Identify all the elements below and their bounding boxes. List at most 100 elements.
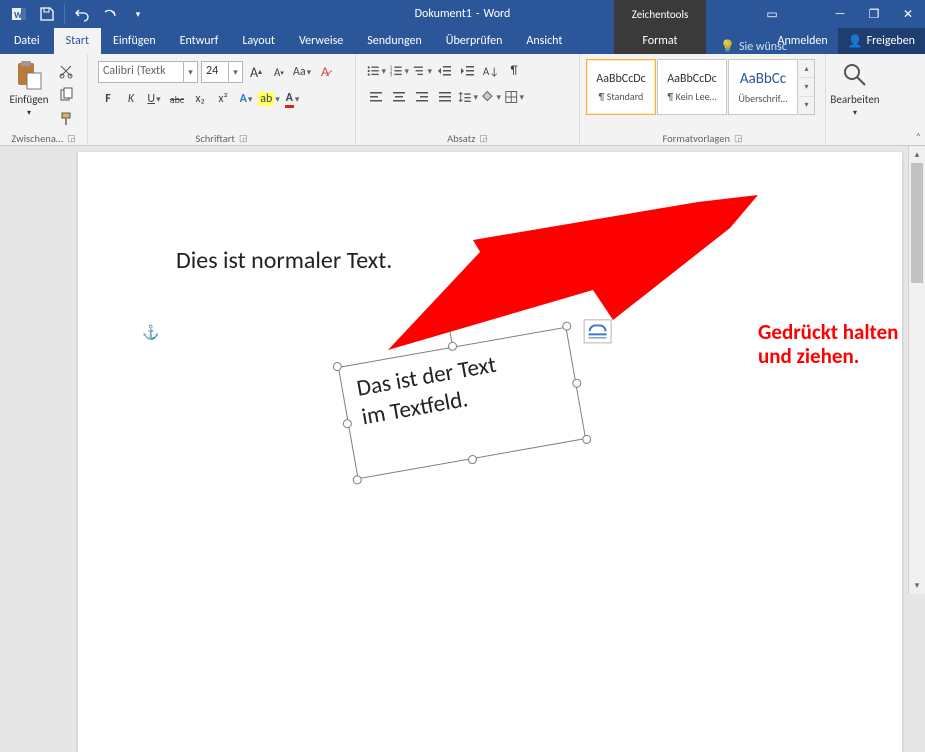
- qat-customize-icon[interactable]: ▾: [125, 1, 151, 27]
- bold-icon[interactable]: F: [98, 89, 118, 109]
- tab-home[interactable]: Start: [54, 28, 101, 54]
- ribbon-tab-bar: Datei Start Einfügen Entwurf Layout Verw…: [0, 28, 925, 54]
- scroll-thumb[interactable]: [911, 163, 923, 283]
- gallery-more-icon[interactable]: ▾: [799, 97, 814, 114]
- tab-format[interactable]: Format: [614, 28, 706, 54]
- align-right-icon[interactable]: [412, 87, 432, 107]
- change-case-icon[interactable]: Aa▾: [292, 62, 312, 82]
- copy-icon[interactable]: [56, 85, 76, 105]
- annotation-text: Gedrückt halten und ziehen.: [758, 320, 898, 368]
- line-spacing-icon[interactable]: ▾: [458, 87, 478, 107]
- maximize-button[interactable]: ❐: [857, 0, 891, 28]
- paste-label: Einfügen: [9, 93, 48, 106]
- editing-button[interactable]: Bearbeiten ▾: [832, 57, 878, 130]
- font-size-value: 24: [202, 62, 228, 82]
- quick-access-toolbar: W ▾: [0, 0, 157, 28]
- scroll-up-icon[interactable]: ▴: [909, 146, 925, 163]
- style-swatch-nospacing[interactable]: AaBbCcDc ¶ Kein Lee…: [657, 59, 727, 115]
- layout-options-icon[interactable]: [584, 319, 612, 343]
- anchor-icon[interactable]: ⚓: [142, 324, 159, 341]
- signin-button[interactable]: Anmelden: [768, 28, 838, 54]
- tab-mailings[interactable]: Sendungen: [355, 28, 434, 54]
- font-color-icon[interactable]: A▾: [282, 89, 302, 109]
- close-button[interactable]: ✕: [891, 0, 925, 28]
- superscript-icon[interactable]: x²: [213, 89, 233, 109]
- scroll-down-icon[interactable]: ▾: [909, 577, 925, 594]
- dialog-launcher-icon[interactable]: ◲: [479, 133, 488, 144]
- tab-view[interactable]: Ansicht: [514, 28, 574, 54]
- sort-icon[interactable]: A↓: [481, 61, 501, 81]
- show-marks-icon[interactable]: ¶: [504, 61, 524, 81]
- svg-text:W: W: [14, 10, 23, 21]
- word-app-icon[interactable]: W: [6, 1, 32, 27]
- save-icon[interactable]: [34, 1, 60, 27]
- strikethrough-icon[interactable]: abc: [167, 89, 187, 109]
- grow-font-icon[interactable]: A▴: [246, 62, 266, 82]
- gallery-down-icon[interactable]: ▾: [799, 78, 814, 96]
- borders-icon[interactable]: ▾: [504, 87, 524, 107]
- rotate-handle[interactable]: [438, 312, 457, 331]
- tab-design[interactable]: Entwurf: [168, 28, 231, 54]
- tab-insert[interactable]: Einfügen: [101, 28, 168, 54]
- multilevel-list-icon[interactable]: ▾: [412, 61, 432, 81]
- format-painter-icon[interactable]: [56, 109, 76, 129]
- resize-handle-tr[interactable]: [562, 321, 572, 331]
- document-area: Dies ist normaler Text. ⚓ Das ist der Te…: [0, 146, 925, 594]
- redo-icon[interactable]: [97, 1, 123, 27]
- resize-handle-bl[interactable]: [352, 475, 362, 485]
- page[interactable]: Dies ist normaler Text. ⚓ Das ist der Te…: [78, 152, 902, 752]
- ribbon-display-options-icon[interactable]: ▭: [755, 0, 789, 28]
- chevron-down-icon[interactable]: ▾: [183, 62, 197, 82]
- group-editing: Bearbeiten ▾: [826, 54, 900, 146]
- minimize-button[interactable]: —: [823, 0, 857, 28]
- shrink-font-icon[interactable]: A▾: [269, 62, 289, 82]
- style-swatch-heading1[interactable]: AaBbCc Überschrif…: [728, 59, 798, 115]
- dialog-launcher-icon[interactable]: ◲: [734, 133, 743, 144]
- font-name-combo[interactable]: Calibri (Textk▾: [98, 61, 198, 83]
- dialog-launcher-icon[interactable]: ◲: [67, 133, 76, 144]
- group-paragraph: ▾ 123▾ ▾ A↓ ¶ ▾ ▾ ▾ Absatz◲: [356, 54, 580, 146]
- vertical-scrollbar[interactable]: ▴ ▾: [908, 146, 925, 594]
- resize-handle-b[interactable]: [467, 454, 477, 464]
- textbox-shape[interactable]: Das ist der Text im Textfeld.: [338, 327, 586, 480]
- body-text[interactable]: Dies ist normaler Text.: [176, 246, 392, 275]
- ribbon: Einfügen ▾ Zwischena…◲ Calibri (Textk▾ 2…: [0, 54, 925, 146]
- justify-icon[interactable]: [435, 87, 455, 107]
- text-effects-icon[interactable]: A▾: [236, 89, 256, 109]
- annotation-l1: Gedrückt halten: [758, 320, 898, 344]
- share-button[interactable]: 👤 Freigeben: [838, 28, 925, 54]
- titlebar: W ▾ Dokument1 - Word Zeichentools ▭ — ❐ …: [0, 0, 925, 28]
- editing-label: Bearbeiten: [830, 93, 879, 106]
- scroll-track[interactable]: [909, 163, 925, 577]
- align-left-icon[interactable]: [366, 87, 386, 107]
- tab-references[interactable]: Verweise: [287, 28, 355, 54]
- highlight-icon[interactable]: ab▾: [259, 89, 279, 109]
- numbering-icon[interactable]: 123▾: [389, 61, 409, 81]
- paste-button[interactable]: Einfügen ▾: [6, 57, 52, 130]
- gallery-up-icon[interactable]: ▴: [799, 60, 814, 78]
- chevron-down-icon[interactable]: ▾: [228, 62, 242, 82]
- underline-icon[interactable]: U▾: [144, 89, 164, 109]
- doc-title: Dokument1: [415, 7, 472, 21]
- resize-handle-br[interactable]: [582, 434, 592, 444]
- tab-review[interactable]: Überprüfen: [434, 28, 515, 54]
- tab-layout[interactable]: Layout: [230, 28, 287, 54]
- resize-handle-r[interactable]: [572, 378, 582, 388]
- textbox-content[interactable]: Das ist der Text im Textfeld.: [338, 327, 586, 480]
- font-name-value: Calibri (Textk: [99, 62, 183, 82]
- align-center-icon[interactable]: [389, 87, 409, 107]
- subscript-icon[interactable]: x₂: [190, 89, 210, 109]
- bullets-icon[interactable]: ▾: [366, 61, 386, 81]
- cut-icon[interactable]: [56, 61, 76, 81]
- collapse-ribbon-icon[interactable]: ˄: [916, 130, 921, 143]
- font-size-combo[interactable]: 24▾: [201, 61, 243, 83]
- increase-indent-icon[interactable]: [458, 61, 478, 81]
- undo-icon[interactable]: [69, 1, 95, 27]
- clear-formatting-icon[interactable]: A̷: [315, 62, 335, 82]
- italic-icon[interactable]: K: [121, 89, 141, 109]
- tab-file[interactable]: Datei: [0, 28, 54, 54]
- shading-icon[interactable]: ▾: [481, 87, 501, 107]
- decrease-indent-icon[interactable]: [435, 61, 455, 81]
- dialog-launcher-icon[interactable]: ◲: [239, 133, 248, 144]
- style-swatch-standard[interactable]: AaBbCcDc ¶ Standard: [586, 59, 656, 115]
